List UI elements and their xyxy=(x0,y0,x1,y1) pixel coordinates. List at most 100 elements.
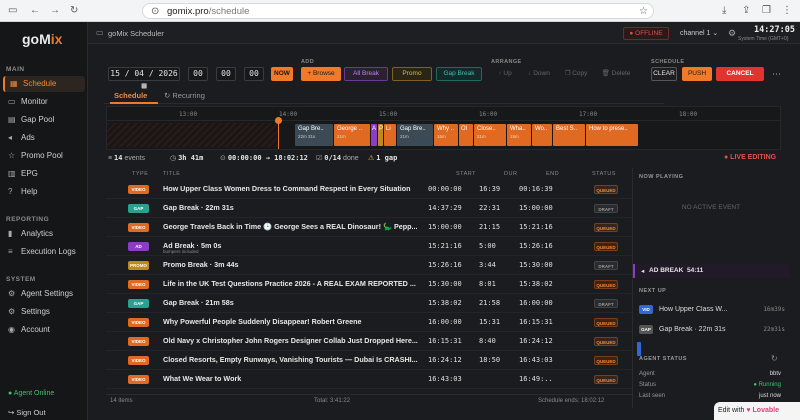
tabs-icon[interactable]: ❐ xyxy=(762,5,771,17)
row-end: 15:30:00 xyxy=(519,261,553,269)
panel-icon[interactable]: ▭ xyxy=(96,28,104,37)
sidebar-item-schedule[interactable]: ▦ Schedule xyxy=(3,76,85,92)
tab-schedule[interactable]: Schedule xyxy=(114,91,147,100)
sidebar-item-epg[interactable]: ▥ EPG xyxy=(3,166,85,182)
promo-button[interactable]: Promo xyxy=(392,67,432,81)
scroll-indicator[interactable] xyxy=(637,342,641,356)
second-input[interactable]: 00 xyxy=(244,67,264,81)
type-badge: GAP xyxy=(128,299,149,308)
timeline-block[interactable]: Gap Bre.. 22m 31s xyxy=(295,124,333,146)
date-input[interactable]: 15 / 04 / 2026 ▦ xyxy=(108,67,180,90)
sidebar-item-promo-pool[interactable]: ☆ Promo Pool xyxy=(3,148,85,164)
tab-recurring[interactable]: ↻ Recurring xyxy=(164,91,205,100)
tab-bar: Schedule ↻ Recurring xyxy=(104,88,664,104)
arrange-label: ARRANGE xyxy=(491,59,522,65)
row-start: 14:37:29 xyxy=(428,204,462,212)
delete-button[interactable]: 🗑 Delete xyxy=(596,67,636,81)
menu-icon[interactable]: ⋮ xyxy=(782,5,792,17)
more-options-icon[interactable]: ⋯ xyxy=(772,69,781,80)
schedule-table: TYPE TITLE START DUR END STATUS VIDEO How… xyxy=(106,168,632,408)
sidebar-item-execution-logs[interactable]: ≡ Execution Logs xyxy=(3,244,85,260)
sidebar-item-agent-settings[interactable]: ⚙ Agent Settings xyxy=(3,286,85,302)
url-bar[interactable]: ⊙ gomix.pro/schedule ☆ xyxy=(142,3,654,19)
channel-select[interactable]: channel 1 ⌄ xyxy=(680,29,718,37)
table-row[interactable]: GAP Gap Break · 21m 58s 15:38:02 21:58 16:00… xyxy=(106,294,632,313)
sidebar-toggle-icon[interactable]: ▭ xyxy=(8,5,17,17)
timeline-block[interactable]: Li xyxy=(384,124,396,146)
reload-icon[interactable]: ↻ xyxy=(70,5,78,17)
table-row[interactable]: VIDEO Why Powerful People Suddenly Disapp… xyxy=(106,313,632,332)
table-row[interactable]: GAP Gap Break · 22m 31s 14:37:29 22:31 15:00… xyxy=(106,199,632,218)
table-row[interactable]: VIDEO George Travels Back in Time 🕒 Georg… xyxy=(106,218,632,237)
forward-icon[interactable]: → xyxy=(50,5,60,17)
push-button[interactable]: PUSH xyxy=(682,67,712,81)
timeline-block[interactable]: Ol xyxy=(459,124,473,146)
sidebar-item-settings[interactable]: ⚙ Settings xyxy=(3,304,85,320)
table-row[interactable]: VIDEO Life in the UK Test Questions Pract… xyxy=(106,275,632,294)
minute-input[interactable]: 00 xyxy=(216,67,236,81)
table-row[interactable]: VIDEO How Upper Class Women Dress to Comm… xyxy=(106,180,632,199)
stat-duration: ◷ 3h 41m xyxy=(170,154,204,162)
gap-break-button[interactable]: Gap Break xyxy=(436,67,482,81)
timeline-block[interactable]: Wha.. 15m xyxy=(507,124,531,146)
timeline[interactable]: 13:00 14:00 15:00 16:00 17:00 18:00 Gap … xyxy=(106,106,782,150)
bookmark-star-icon[interactable]: ☆ xyxy=(639,6,648,18)
timeline-block[interactable]: Wo.. xyxy=(532,124,552,146)
copy-button[interactable]: ❐ Copy xyxy=(559,67,593,81)
row-duration: 16:39 xyxy=(479,185,501,193)
timeline-tick: 18:00 xyxy=(679,111,698,118)
sign-out-button[interactable]: ↪ Sign Out xyxy=(8,408,46,417)
stat-events: ≡ 14 events xyxy=(108,154,146,162)
timeline-block[interactable]: P xyxy=(378,124,383,146)
sidebar-item-ads[interactable]: ◂ Ads xyxy=(3,130,85,146)
sidebar-item-gap-pool[interactable]: ▤ Gap Pool xyxy=(3,112,85,128)
refresh-icon[interactable]: ↻ xyxy=(771,354,778,363)
sidebar-item-analytics[interactable]: ▮ Analytics xyxy=(3,226,85,242)
timeline-block[interactable]: Close.. 21m xyxy=(474,124,506,146)
footer-ends: Schedule ends: 18:02:12 xyxy=(538,398,605,404)
site-info-icon[interactable]: ⊙ xyxy=(151,6,159,18)
sidebar-item-label: Schedule xyxy=(23,79,57,88)
type-badge: PROMO xyxy=(128,261,149,270)
agent-status-row: Status ● Running xyxy=(639,382,781,388)
sidebar-item-account[interactable]: ◉ Account xyxy=(3,322,85,338)
timeline-block[interactable]: George .. 21m xyxy=(334,124,370,146)
row-start: 15:00:00 xyxy=(428,223,462,231)
edit-with-lovable-badge[interactable]: Edit with ♥ Lovable xyxy=(714,402,800,420)
table-row[interactable]: VIDEO What We Wear to Work 16:43:03 16:49:.… xyxy=(106,370,632,389)
timeline-block[interactable]: Gap Bre.. 21m xyxy=(397,124,433,146)
timeline-block[interactable]: How to prese.. xyxy=(586,124,638,146)
browser-bar: ▭ ← → ↻ ⊙ gomix.pro/schedule ☆ ⤓ ⇪ ❐ ⋮ xyxy=(0,0,800,22)
sidebar-item-help[interactable]: ? Help xyxy=(3,184,85,200)
table-row[interactable]: AD Ad Break · 5m 0s bumpers included 15:21:… xyxy=(106,237,632,256)
settings-icon[interactable]: ⚙ xyxy=(728,28,736,39)
sidebar-item-monitor[interactable]: ▭ Monitor xyxy=(3,94,85,110)
row-end: 16:15:31 xyxy=(519,318,553,326)
timeline-block[interactable]: Best S.. xyxy=(553,124,585,146)
system-clock: 14:27:05 xyxy=(754,25,795,35)
hour-input[interactable]: 00 xyxy=(188,67,208,81)
download-icon[interactable]: ⤓ xyxy=(722,5,726,17)
browse-button[interactable]: + Browse xyxy=(301,67,341,81)
timeline-playhead-handle[interactable] xyxy=(275,117,282,124)
table-row[interactable]: VIDEO Closed Resorts, Empty Runways, Vani… xyxy=(106,351,632,370)
row-end: 15:26:16 xyxy=(519,242,553,250)
back-icon[interactable]: ← xyxy=(30,5,40,17)
sidebar-item-label: Execution Logs xyxy=(21,247,76,256)
ad-break-button[interactable]: All Break xyxy=(344,67,388,81)
timeline-block-title: Why .. xyxy=(437,126,455,132)
next-up-item[interactable]: GAP Gap Break · 22m 31s 22m31s xyxy=(639,322,785,338)
share-icon[interactable]: ⇪ xyxy=(742,5,750,17)
next-up-item[interactable]: VID How Upper Class W... 16m39s xyxy=(639,302,785,318)
move-up-button[interactable]: ↑ Up xyxy=(491,67,519,81)
clear-button[interactable]: CLEAR xyxy=(651,67,677,81)
timeline-block[interactable]: A xyxy=(371,124,377,146)
table-row[interactable]: PROMO Promo Break · 3m 44s 15:26:16 3:44 15:… xyxy=(106,256,632,275)
now-button[interactable]: NOW xyxy=(271,67,293,81)
table-row[interactable]: VIDEO Old Navy x Christopher John Rogers … xyxy=(106,332,632,351)
move-down-button[interactable]: ↓ Down xyxy=(522,67,556,81)
timeline-block-title: Wo.. xyxy=(535,126,548,132)
timeline-block[interactable]: Why .. 15m xyxy=(434,124,458,146)
cancel-button[interactable]: CANCEL xyxy=(716,67,764,81)
row-duration: 21:15 xyxy=(479,223,501,231)
